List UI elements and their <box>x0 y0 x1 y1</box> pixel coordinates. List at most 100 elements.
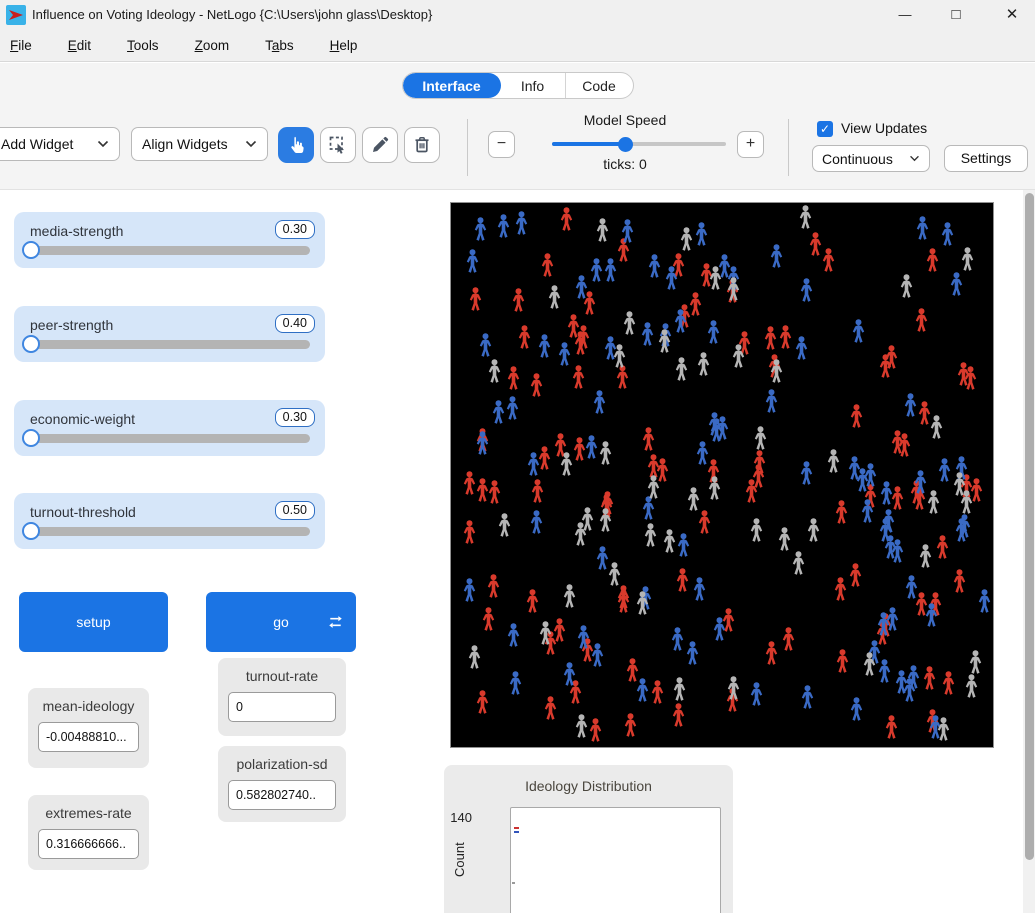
person-agent <box>834 577 847 601</box>
person-agent <box>879 354 892 378</box>
person-agent <box>809 232 822 256</box>
person-agent <box>624 713 637 737</box>
person-agent <box>770 359 783 383</box>
person-agent <box>672 703 685 727</box>
person-agent <box>574 331 587 355</box>
hand-tool-button[interactable] <box>278 127 314 163</box>
menu-edit[interactable]: Edit <box>64 36 95 55</box>
view-updates-label: View Updates <box>841 120 927 136</box>
person-agent <box>800 278 813 302</box>
slider-track[interactable] <box>29 340 310 349</box>
person-agent <box>727 277 740 301</box>
monitor-label: polarization-sd <box>218 756 346 772</box>
trash-icon <box>412 135 432 155</box>
person-agent <box>937 717 950 741</box>
menu-tabs[interactable]: Tabs <box>261 36 298 55</box>
slider-thumb[interactable] <box>22 335 40 353</box>
person-agent <box>507 623 520 647</box>
plot-pen-mark <box>514 827 519 829</box>
person-agent <box>696 441 709 465</box>
add-widget-dropdown[interactable]: Add Widget <box>0 127 120 161</box>
update-mode-dropdown[interactable]: Continuous <box>812 145 930 172</box>
person-agent <box>589 718 602 742</box>
person-agent <box>765 641 778 665</box>
person-agent <box>693 577 706 601</box>
person-agent <box>835 500 848 524</box>
person-agent <box>581 507 594 531</box>
person-agent <box>560 452 573 476</box>
speed-increase-button[interactable]: + <box>737 131 764 158</box>
menu-tools[interactable]: Tools <box>123 36 163 55</box>
slider-track[interactable] <box>29 527 310 536</box>
person-agent <box>642 427 655 451</box>
person-agent <box>487 574 500 598</box>
vertical-scrollbar-thumb[interactable] <box>1025 193 1034 860</box>
maximize-button[interactable]: □ <box>933 0 979 30</box>
toolbar-divider <box>788 119 789 176</box>
tab-info[interactable]: Info <box>501 73 565 98</box>
person-agent <box>953 472 966 496</box>
go-button[interactable]: go <box>206 592 356 652</box>
speed-slider-thumb[interactable] <box>618 137 633 152</box>
slider-value: 0.30 <box>275 408 315 427</box>
person-agent <box>782 627 795 651</box>
person-agent <box>553 618 566 642</box>
model-speed-slider[interactable] <box>552 142 726 146</box>
person-agent <box>599 441 612 465</box>
menu-zoom[interactable]: Zoom <box>191 36 234 55</box>
person-agent <box>539 621 552 645</box>
close-button[interactable]: ✕ <box>989 0 1035 30</box>
person-agent <box>953 569 966 593</box>
slider-track[interactable] <box>29 246 310 255</box>
person-agent <box>915 308 928 332</box>
person-agent <box>836 649 849 673</box>
settings-button[interactable]: Settings <box>944 145 1028 172</box>
person-agent <box>530 373 543 397</box>
person-agent <box>801 685 814 709</box>
person-agent <box>476 431 489 455</box>
person-agent <box>577 625 590 649</box>
delete-tool-button[interactable] <box>404 127 440 163</box>
world-view[interactable] <box>450 202 994 748</box>
person-agent <box>779 325 792 349</box>
edit-tool-button[interactable] <box>362 127 398 163</box>
person-agent <box>795 336 808 360</box>
minimize-button[interactable]: — <box>882 0 928 30</box>
marquee-select-tool-button[interactable] <box>320 127 356 163</box>
person-agent <box>898 433 911 457</box>
person-agent <box>680 227 693 251</box>
view-updates-checkbox[interactable]: ✓ <box>817 121 833 137</box>
tab-code[interactable]: Code <box>565 73 633 98</box>
toolbar-divider <box>467 119 468 176</box>
model-speed-label: Model Speed <box>527 112 723 128</box>
menu-help[interactable]: Help <box>326 36 362 55</box>
person-agent <box>807 518 820 542</box>
person-agent <box>593 390 606 414</box>
tab-row: Interface Info Code <box>0 72 1035 100</box>
align-widgets-dropdown[interactable]: Align Widgets <box>131 127 268 161</box>
tab-interface[interactable]: Interface <box>403 73 501 98</box>
pencil-icon <box>370 135 390 155</box>
person-agent <box>463 471 476 495</box>
menu-file[interactable]: File <box>6 36 36 55</box>
person-agent <box>713 617 726 641</box>
person-agent <box>863 652 876 676</box>
slider-thumb[interactable] <box>22 429 40 447</box>
person-agent <box>895 670 908 694</box>
person-agent <box>642 496 655 520</box>
setup-button[interactable]: setup <box>19 592 168 652</box>
slider-thumb[interactable] <box>22 522 40 540</box>
slider-thumb[interactable] <box>22 241 40 259</box>
person-agent <box>530 510 543 534</box>
speed-decrease-button[interactable]: − <box>488 131 515 158</box>
person-agent <box>822 248 835 272</box>
person-agent <box>907 665 920 689</box>
person-agent <box>476 690 489 714</box>
slider-value: 0.40 <box>275 314 315 333</box>
person-agent <box>538 334 551 358</box>
monitor-label: turnout-rate <box>218 668 346 684</box>
update-mode-value: Continuous <box>822 151 893 167</box>
slider-track[interactable] <box>29 434 310 443</box>
person-agent <box>531 479 544 503</box>
person-agent <box>686 641 699 665</box>
